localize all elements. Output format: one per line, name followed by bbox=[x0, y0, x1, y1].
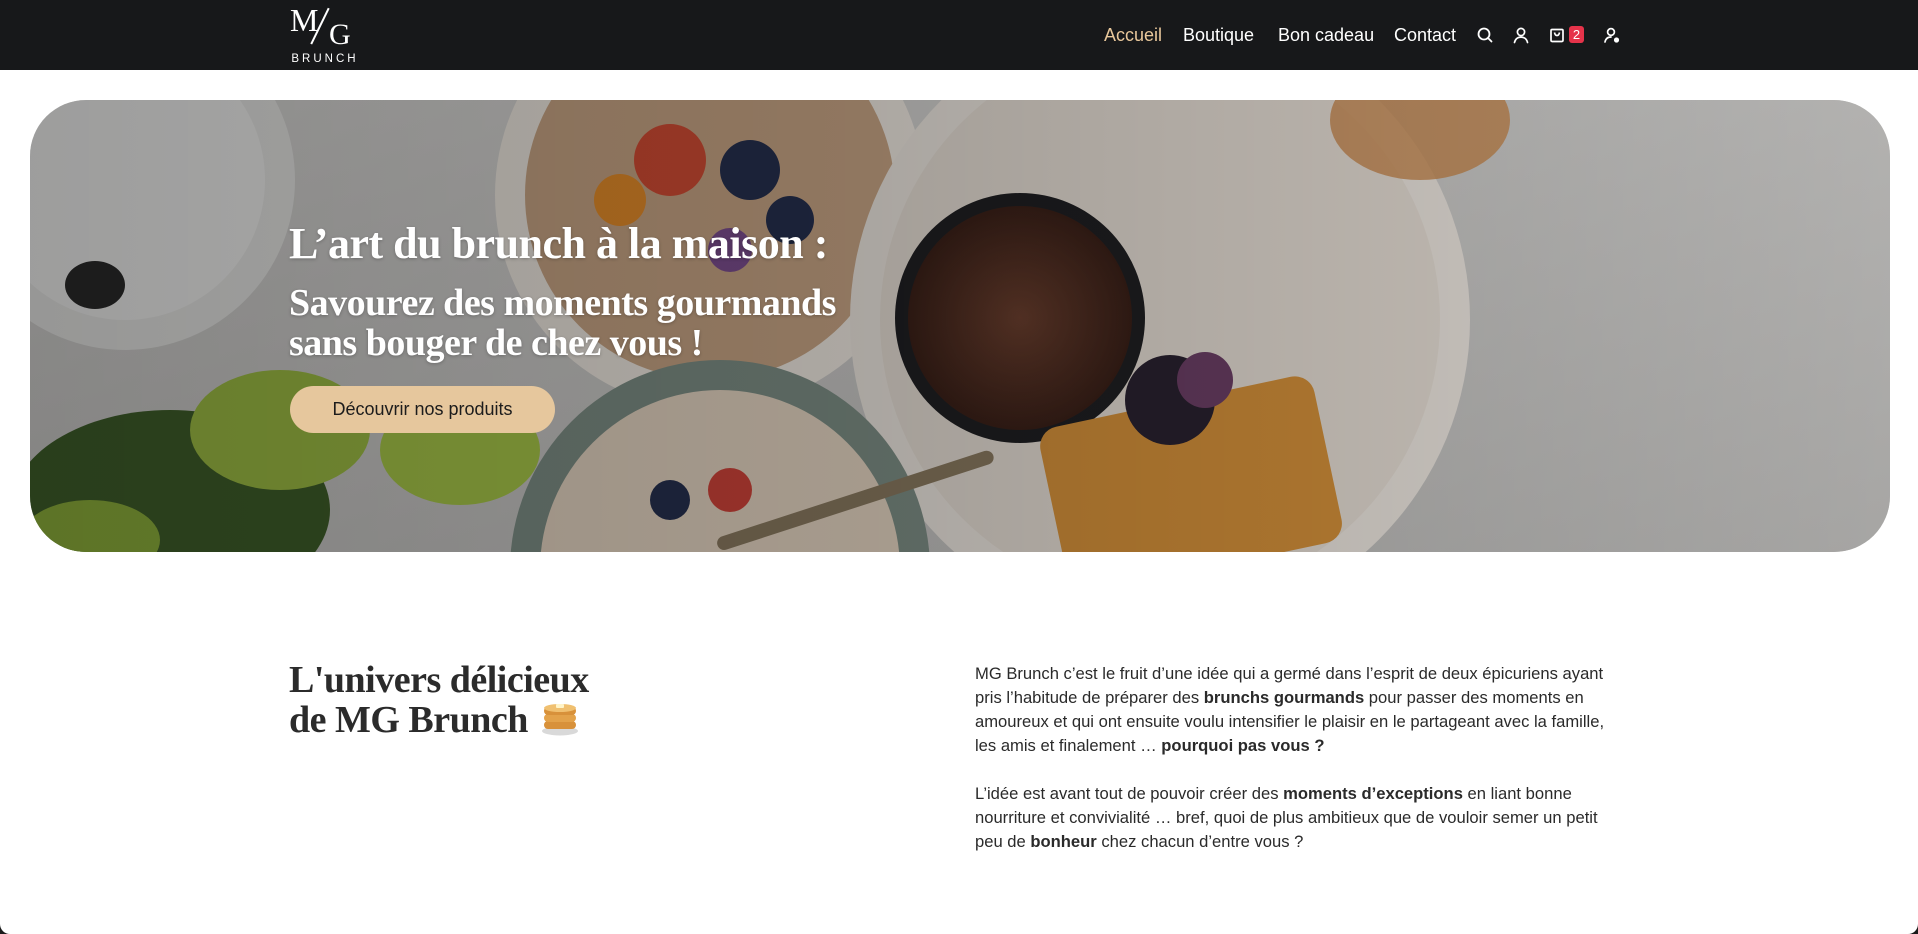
about-paragraph-1: MG Brunch c’est le fruit d’une idée qui … bbox=[975, 662, 1625, 758]
nav-accueil[interactable]: Accueil bbox=[1104, 23, 1162, 47]
nav-bon-cadeau[interactable]: Bon cadeau bbox=[1278, 23, 1374, 47]
hero-title: L’art du brunch à la maison : bbox=[289, 219, 828, 268]
cart-icon[interactable] bbox=[1546, 24, 1568, 46]
nav-boutique[interactable]: Boutique bbox=[1183, 23, 1254, 47]
emphasis-pourquoi-pas-vous: pourquoi pas vous ? bbox=[1161, 736, 1325, 755]
emphasis-brunchs-gourmands: brunchs gourmands bbox=[1203, 688, 1365, 707]
text-span: chez chacun d’entre vous ? bbox=[1096, 832, 1304, 851]
about-title: L'univers délicieux de MG Brunch bbox=[289, 660, 849, 744]
nav-contact[interactable]: Contact bbox=[1394, 23, 1456, 47]
about-title-line2: de MG Brunch bbox=[289, 699, 528, 741]
discover-products-button[interactable]: Découvrir nos produits bbox=[290, 386, 555, 433]
account-icon[interactable] bbox=[1510, 24, 1532, 46]
text-span: L’idée est avant tout de pouvoir créer d… bbox=[975, 784, 1284, 803]
hero-subtitle-line2: sans bouger de chez vous ! bbox=[289, 322, 703, 364]
logo-mark: MG bbox=[290, 2, 351, 51]
cart-count-badge: 2 bbox=[1569, 26, 1584, 43]
page: MG BRUNCH Accueil Boutique Bon cadeau Co… bbox=[0, 0, 1918, 934]
emphasis-bonheur: bonheur bbox=[1030, 832, 1097, 851]
site-logo[interactable]: MG BRUNCH bbox=[289, 2, 361, 66]
hero-banner: L’art du brunch à la maison : Savourez d… bbox=[30, 100, 1890, 552]
about-text: MG Brunch c’est le fruit d’une idée qui … bbox=[975, 662, 1625, 878]
emphasis-moments-exceptions: moments d’exceptions bbox=[1283, 784, 1463, 803]
search-icon[interactable] bbox=[1474, 24, 1496, 46]
logo-text: BRUNCH bbox=[291, 53, 359, 65]
pancakes-icon bbox=[541, 700, 579, 744]
about-title-line1: L'univers délicieux bbox=[289, 659, 589, 701]
site-header: MG BRUNCH Accueil Boutique Bon cadeau Co… bbox=[0, 0, 1918, 70]
about-paragraph-2: L’idée est avant tout de pouvoir créer d… bbox=[975, 782, 1625, 854]
user-settings-icon[interactable] bbox=[1601, 24, 1623, 46]
hero-subtitle-line1: Savourez des moments gourmands bbox=[289, 282, 836, 324]
hero-subtitle: Savourez des moments gourmands sans boug… bbox=[289, 283, 889, 363]
